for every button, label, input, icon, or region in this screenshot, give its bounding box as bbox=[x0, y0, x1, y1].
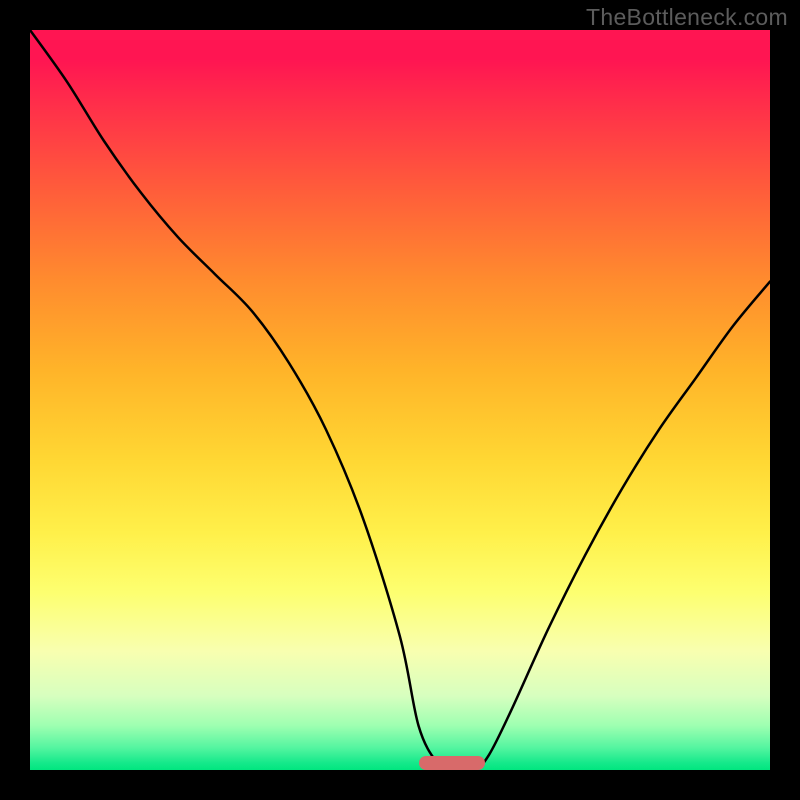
chart-container: TheBottleneck.com bbox=[0, 0, 800, 800]
plot-area bbox=[30, 30, 770, 770]
optimal-zone-marker bbox=[419, 756, 486, 770]
bottleneck-curve bbox=[30, 30, 770, 770]
watermark-text: TheBottleneck.com bbox=[586, 4, 788, 31]
